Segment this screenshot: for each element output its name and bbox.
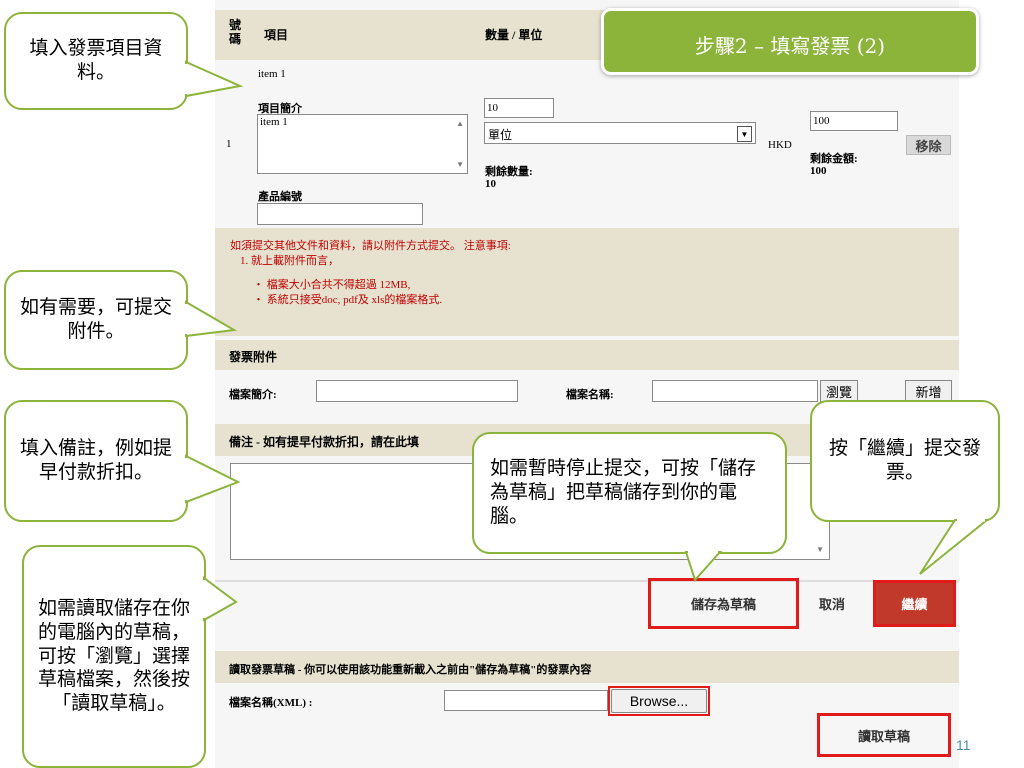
textarea-scroll-up-icon[interactable]: ▲ — [456, 119, 464, 128]
attachment-name-label: 檔案名稱: — [566, 389, 614, 401]
callout-attach: 如有需要，可提交附件。 — [4, 270, 188, 370]
callout-submit-text: 按「繼續」提交發票。 — [828, 437, 981, 483]
item-description-value: item 1 — [260, 116, 288, 128]
remove-item-button[interactable]: 移除 — [906, 135, 951, 155]
continue-button[interactable]: 繼續 — [873, 580, 956, 627]
remaining-quantity-value: 10 — [485, 178, 496, 190]
load-draft-button[interactable]: 讀取草稿 — [817, 713, 951, 757]
row-number: 1 — [226, 138, 232, 150]
callout-save-draft-text: 如需暫時停止提交，可按「儲存為草稿」把草稿儲存到你的電腦。 — [490, 457, 757, 527]
remarks-heading: 備注 - 如有提早付款折扣，請在此填 — [229, 435, 419, 449]
attachment-add-button[interactable]: 新增 — [905, 380, 952, 402]
callout-remarks: 填入備註，例如提早付款折扣。 — [4, 400, 188, 522]
callout-attach-text: 如有需要，可提交附件。 — [20, 296, 173, 342]
action-row-divider — [215, 580, 959, 582]
load-draft-file-label: 檔案名稱(XML) : — [229, 697, 313, 709]
callout-load-draft: 如需讀取儲存在你的電腦內的草稿，可按「瀏覽」選擇草稿檔案，然後按「讀取草稿」。 — [22, 545, 206, 768]
remaining-amount-value: 100 — [810, 165, 827, 177]
item-name: item 1 — [258, 68, 286, 80]
page-number: 11 — [956, 737, 971, 753]
step-title: 步驟2 – 填寫發票 (2) — [694, 34, 886, 58]
product-code-label: 產品編號 — [258, 191, 302, 203]
currency-label: HKD — [768, 139, 792, 151]
remarks-scroll-down-icon[interactable]: ▼ — [816, 545, 824, 554]
unit-select-value: 單位 — [488, 128, 513, 142]
remaining-amount-label: 剩餘金額: — [810, 153, 858, 165]
notice-bullet-1: ・ 檔案大小合共不得超過 12MB, — [253, 279, 411, 291]
remaining-quantity-label: 剩餘數量: — [485, 166, 533, 178]
callout-submit: 按「繼續」提交發票。 — [810, 400, 1000, 522]
notice-line-2: 1. 就上載附件而言， — [240, 255, 339, 267]
cancel-button[interactable]: 取消 — [805, 588, 859, 618]
dropdown-arrow-icon[interactable]: ▼ — [737, 126, 752, 142]
callout-fill-item: 填入發票項目資料。 — [4, 12, 188, 110]
load-draft-heading-bar: 讀取發票草稿 - 你可以使用該功能重新載入之前由"儲存為草稿"的發票內容 — [215, 651, 959, 683]
attachment-file-input[interactable] — [652, 380, 818, 402]
step-title-banner: 步驟2 – 填寫發票 (2) — [601, 8, 979, 75]
callout-save-draft: 如需暫時停止提交，可按「儲存為草稿」把草稿儲存到你的電腦。 — [472, 432, 787, 554]
callout-load-draft-text: 如需讀取儲存在你的電腦內的草稿，可按「瀏覽」選擇草稿檔案，然後按「讀取草稿」。 — [37, 597, 190, 715]
attachment-notice: 如須提交其他文件和資料，請以附件方式提交。 注意事項: 1. 就上載附件而言， … — [215, 228, 959, 336]
attachments-heading: 發票附件 — [229, 350, 278, 364]
save-draft-highlight — [648, 578, 799, 629]
notice-line-1: 如須提交其他文件和資料，請以附件方式提交。 注意事項: — [230, 240, 511, 252]
amount-input[interactable]: 100 — [810, 111, 898, 131]
unit-select[interactable]: 單位 ▼ — [484, 122, 756, 144]
attachments-heading-bar: 發票附件 — [215, 340, 959, 370]
browse-highlight — [608, 686, 710, 716]
attachment-desc-label: 檔案簡介: — [229, 389, 277, 401]
col-header-number: 號碼 — [229, 18, 242, 46]
load-draft-file-input[interactable] — [444, 690, 608, 711]
product-code-input[interactable] — [257, 203, 423, 225]
quantity-input[interactable]: 10 — [484, 98, 554, 118]
notice-bullet-2: ・ 系統只接受doc, pdf及 xls的檔案格式. — [253, 294, 443, 306]
item-description-textarea[interactable]: item 1 ▲ ▼ — [257, 114, 468, 174]
callout-fill-item-text: 填入發票項目資料。 — [29, 37, 163, 83]
col-header-item: 項目 — [264, 28, 289, 42]
callout-remarks-text: 填入備註，例如提早付款折扣。 — [19, 437, 172, 483]
load-draft-heading: 讀取發票草稿 - 你可以使用該功能重新載入之前由"儲存為草稿"的發票內容 — [229, 664, 592, 676]
attachment-desc-input[interactable] — [316, 380, 518, 402]
col-header-quantity: 數量 / 單位 — [485, 28, 543, 42]
textarea-scroll-down-icon[interactable]: ▼ — [456, 160, 464, 169]
attachment-browse-button[interactable]: 瀏覽 — [820, 380, 858, 402]
